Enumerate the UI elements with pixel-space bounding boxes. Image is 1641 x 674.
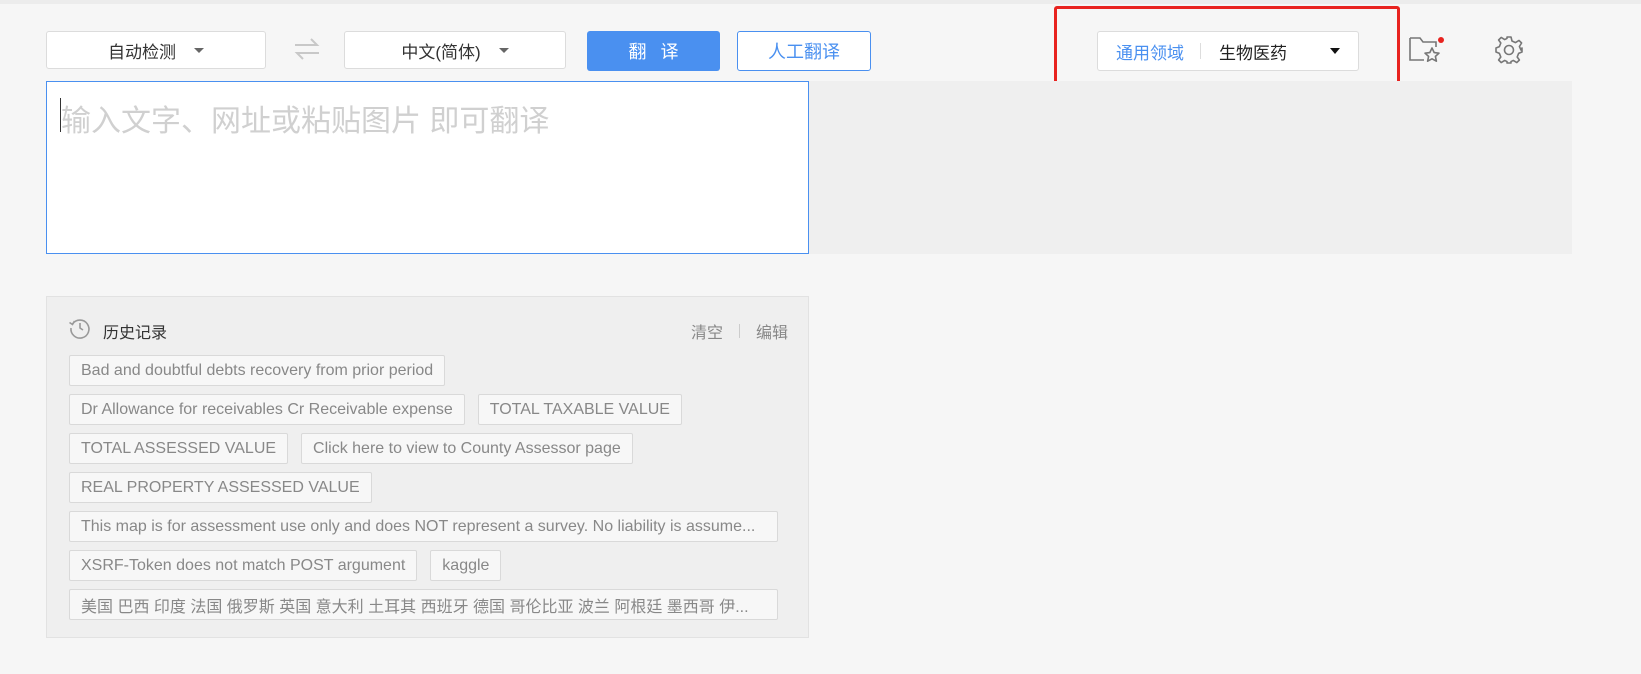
input-placeholder: 输入文字、网址或粘贴图片 即可翻译 (61, 105, 550, 138)
history-items: Bad and doubtful debts recovery from pri… (69, 355, 791, 628)
target-language-select[interactable]: 中文(简体) (344, 31, 566, 69)
general-domain-option[interactable]: 通用领域 (1116, 39, 1184, 64)
human-translate-button[interactable]: 人工翻译 (737, 31, 871, 71)
history-item[interactable]: This map is for assessment use only and … (69, 511, 778, 542)
history-item[interactable]: Bad and doubtful debts recovery from pri… (69, 355, 446, 386)
source-language-select[interactable]: 自动检测 (46, 31, 266, 69)
history-item-text: 美国 巴西 印度 法国 俄罗斯 英国 意大利 土耳其 西班牙 德国 哥伦比亚 波… (81, 598, 749, 616)
history-title: 历史记录 (103, 325, 168, 342)
favorites-folder-icon[interactable] (1408, 34, 1444, 64)
history-item[interactable]: TOTAL TAXABLE VALUE (477, 394, 682, 425)
top-border (0, 0, 1641, 4)
settings-gear-icon[interactable] (1494, 35, 1524, 65)
domain-divider (1200, 43, 1201, 59)
history-panel: 历史记录 清空 编辑 Bad and doubtful debts recove… (46, 296, 809, 638)
selected-domain-label: 生物医药 (1219, 43, 1287, 63)
history-actions-divider (738, 324, 740, 338)
history-item-text: This map is for assessment use only and … (81, 517, 756, 535)
history-item[interactable]: kaggle (430, 550, 502, 581)
history-item[interactable]: REAL PROPERTY ASSESSED VALUE (69, 472, 372, 503)
history-actions: 清空 编辑 (691, 319, 788, 343)
history-item[interactable]: Click here to view to County Assessor pa… (301, 433, 633, 464)
history-item[interactable]: XSRF-Token does not match POST argument (69, 550, 418, 581)
chevron-down-icon (498, 47, 509, 53)
history-item[interactable]: Dr Allowance for receivables Cr Receivab… (69, 394, 465, 425)
target-language-label: 中文(简体) (401, 42, 481, 62)
source-language-label: 自动检测 (108, 42, 176, 62)
translation-output-area (809, 81, 1572, 254)
source-text-input[interactable]: 输入文字、网址或粘贴图片 即可翻译 (46, 81, 809, 254)
caret-down-icon (1330, 48, 1340, 54)
clear-history-button[interactable]: 清空 (691, 319, 723, 343)
edit-history-button[interactable]: 编辑 (756, 319, 788, 343)
translate-button[interactable]: 翻译 (587, 31, 720, 71)
domain-select[interactable]: 通用领域 生物医药 (1097, 31, 1359, 71)
history-item[interactable]: TOTAL ASSESSED VALUE (69, 433, 289, 464)
notification-dot (1438, 37, 1444, 43)
history-item[interactable]: 美国 巴西 印度 法国 俄罗斯 英国 意大利 土耳其 西班牙 德国 哥伦比亚 波… (69, 589, 778, 620)
swap-icon[interactable] (292, 36, 322, 62)
chevron-down-icon (194, 47, 204, 53)
history-clock-icon (69, 319, 90, 339)
